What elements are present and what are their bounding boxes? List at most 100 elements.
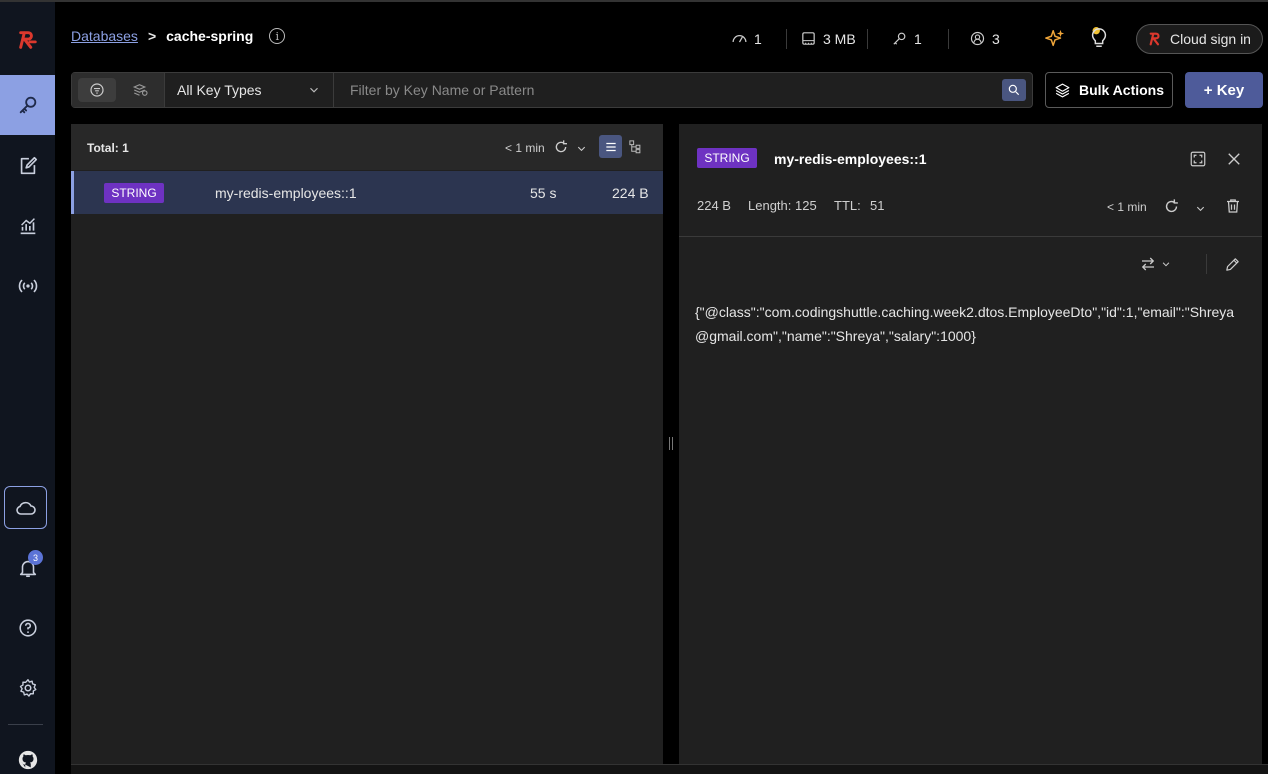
pencil-icon[interactable] [1224, 256, 1241, 273]
key-name: my-redis-employees::1 [215, 185, 357, 201]
table-row[interactable]: STRING my-redis-employees::1 55 s 224 B [71, 171, 663, 214]
stack-search-icon [132, 84, 148, 96]
chevron-down-icon [310, 87, 318, 93]
ai-sparkle-icon[interactable] [1044, 28, 1066, 50]
key-value-text[interactable]: {"@class":"com.codingshuttle.caching.wee… [695, 300, 1245, 348]
lightbulb-icon[interactable] [1088, 26, 1110, 50]
breadcrumb: Databases > cache-spring i [71, 28, 286, 44]
redis-logo[interactable] [0, 10, 55, 70]
list-icon [605, 142, 616, 151]
sidebar-item-pubsub[interactable] [0, 256, 55, 316]
notification-badge: 3 [28, 550, 43, 565]
search-button[interactable] [1002, 79, 1026, 101]
cloud-icon [15, 501, 36, 515]
breadcrumb-separator: > [147, 28, 157, 44]
key-icon [19, 96, 36, 114]
swap-icon [1141, 257, 1155, 271]
sidebar-item-analysis[interactable] [0, 196, 55, 256]
chevron-down-icon [1162, 262, 1170, 267]
stat-divider [786, 29, 787, 49]
settings-button[interactable] [0, 658, 55, 718]
memory-icon [802, 32, 815, 45]
semantic-search-button[interactable] [122, 78, 160, 102]
redis-logo-icon [1149, 32, 1160, 46]
details-divider [679, 236, 1262, 237]
key-ttl: 55 s [530, 185, 557, 201]
search-icon [1008, 84, 1020, 96]
key-type-badge: STRING [104, 183, 164, 203]
gear-icon [19, 679, 36, 697]
stat-keys-value: 1 [914, 30, 922, 47]
filter-circle-icon [90, 83, 104, 97]
key-size: 224 B [612, 185, 649, 201]
add-key-button[interactable]: + Key [1185, 72, 1263, 108]
stat-divider [867, 29, 868, 49]
key-list-panel: Total: 1 < 1 min STRING my-redis-employe… [71, 124, 663, 764]
bottom-panel-bar [71, 764, 1268, 774]
help-button[interactable] [0, 598, 55, 658]
stat-clients-value: 3 [992, 30, 1000, 47]
user-circle-icon [970, 31, 985, 46]
chevron-down-icon[interactable] [576, 143, 587, 154]
top-header: Databases > cache-spring i 1 3 MB 1 3 Cl… [55, 0, 1268, 73]
tree-icon [629, 140, 641, 154]
key-type-select[interactable]: All Key Types [165, 73, 334, 107]
broadcast-icon [18, 279, 37, 293]
value-format-select[interactable] [1139, 255, 1171, 273]
stat-divider [948, 29, 949, 49]
key-icon [893, 32, 906, 45]
key-type-badge: STRING [697, 148, 757, 168]
last-refresh-time: < 1 min [505, 141, 545, 155]
sidebar-divider [8, 724, 43, 725]
key-size-meta: 224 B [697, 198, 731, 213]
list-view-button[interactable] [599, 135, 622, 158]
info-icon[interactable]: i [269, 28, 286, 44]
redis-logo-icon [18, 31, 37, 49]
fullscreen-icon[interactable] [1189, 150, 1207, 168]
speedometer-icon [732, 35, 747, 43]
chevron-down-icon[interactable] [1195, 203, 1206, 214]
toolbar-divider [1206, 254, 1207, 274]
filter-input[interactable] [334, 73, 1004, 107]
trash-icon[interactable] [1224, 197, 1242, 215]
stat-clients[interactable]: 3 [969, 30, 1000, 47]
refresh-icon[interactable] [1163, 198, 1180, 215]
cloud-signin-label: Cloud sign in [1170, 31, 1251, 47]
help-icon [18, 619, 37, 637]
notifications-button[interactable] [0, 538, 55, 598]
stat-memory-value: 3 MB [823, 30, 856, 47]
key-type-selected-label: All Key Types [177, 82, 262, 98]
cloud-button[interactable] [4, 486, 47, 529]
bulk-actions-button[interactable]: Bulk Actions [1045, 72, 1173, 108]
refresh-icon[interactable] [553, 139, 569, 155]
stat-ops[interactable]: 1 [731, 30, 762, 47]
analytics-icon [20, 218, 35, 235]
cloud-signin-button[interactable]: Cloud sign in [1136, 24, 1263, 54]
key-details-panel: STRING my-redis-employees::1 224 B Lengt… [679, 124, 1262, 764]
sidebar-item-browser[interactable] [0, 75, 55, 135]
breadcrumb-databases-link[interactable]: Databases [71, 28, 138, 44]
panel-resize-handle[interactable] [669, 437, 673, 450]
tree-view-button[interactable] [624, 135, 647, 158]
stat-keys[interactable]: 1 [891, 30, 922, 47]
key-length-meta: Length: 125 [748, 198, 817, 213]
sidebar-item-workbench[interactable] [0, 136, 55, 196]
search-mode-toggle [72, 73, 165, 107]
filter-bar: All Key Types [71, 72, 1033, 108]
close-icon[interactable] [1225, 150, 1243, 168]
github-icon [18, 750, 37, 770]
layers-icon [1055, 83, 1070, 97]
breadcrumb-current-database: cache-spring [166, 28, 254, 44]
total-keys-label: Total: 1 [87, 141, 129, 155]
stat-ops-value: 1 [754, 30, 762, 47]
ttl-value[interactable]: 51 [870, 198, 884, 213]
sidebar: 3 [0, 0, 55, 774]
ttl-label: TTL: [834, 198, 861, 213]
key-list-header: Total: 1 < 1 min [71, 124, 663, 170]
edit-document-icon [20, 156, 37, 175]
stat-memory[interactable]: 3 MB [800, 30, 856, 47]
pattern-search-button[interactable] [78, 78, 116, 102]
key-name-title[interactable]: my-redis-employees::1 [774, 151, 927, 167]
github-link[interactable] [0, 730, 55, 774]
last-refresh-time: < 1 min [1107, 200, 1147, 214]
